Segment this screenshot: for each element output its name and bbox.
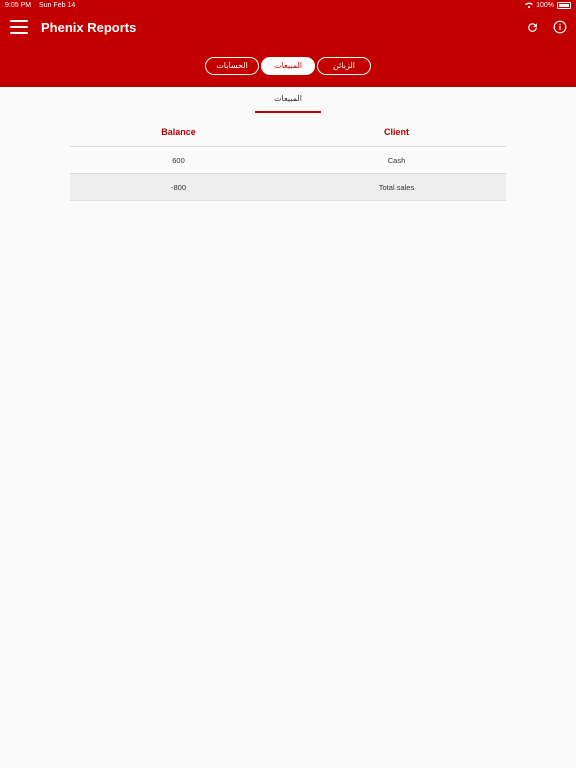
segmented-control: الحسابات المبيعات الزبائن	[205, 56, 371, 75]
header-client: Client	[383, 127, 409, 137]
wifi-icon	[525, 2, 534, 8]
app-bar: Phenix Reports	[0, 10, 576, 44]
status-time: 9:05 PM	[5, 1, 32, 9]
header-balance: Balance	[161, 127, 196, 137]
table-row: 600 Cash	[70, 147, 506, 174]
segment-sales[interactable]: المبيعات	[261, 56, 315, 75]
table-header: Balance Client	[70, 118, 506, 147]
battery-icon	[557, 1, 571, 9]
segment-customers[interactable]: الزبائن	[317, 56, 371, 75]
status-date: Sun Feb 14	[39, 1, 76, 9]
cell-balance: -800	[170, 182, 186, 192]
cell-client: Total sales	[378, 182, 415, 192]
table-row: -800 Total sales	[70, 174, 506, 201]
refresh-icon[interactable]	[524, 19, 540, 35]
info-icon[interactable]	[552, 19, 568, 35]
segment-accounts[interactable]: الحسابات	[205, 56, 259, 75]
cell-balance: 600	[172, 155, 185, 165]
sales-table: Balance Client 600 Cash -800 Total sales	[70, 118, 506, 201]
tab-sales[interactable]: المبيعات	[255, 91, 321, 113]
segment-area: الحسابات المبيعات الزبائن	[0, 44, 576, 87]
status-bar: 9:05 PM Sun Feb 14 100%	[0, 0, 576, 10]
battery-percent: 100%	[536, 1, 554, 9]
cell-client: Cash	[387, 155, 406, 165]
app-title: Phenix Reports	[41, 19, 137, 35]
menu-icon[interactable]	[10, 20, 28, 34]
